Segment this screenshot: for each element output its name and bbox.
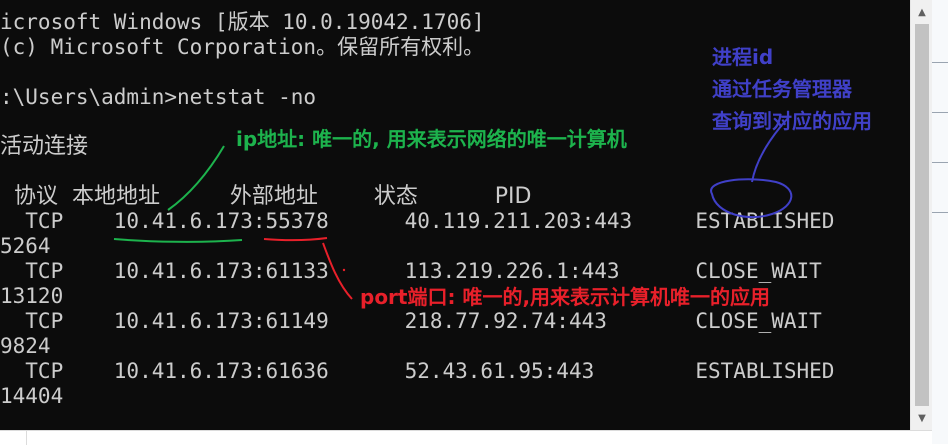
- pid-circle-stroke: [710, 178, 793, 219]
- window-bottom-edge: [0, 430, 932, 445]
- triangle-up-icon: ▲: [918, 6, 926, 18]
- side-divider: [932, 62, 948, 63]
- vertical-scrollbar[interactable]: ▲ ▼: [910, 0, 933, 430]
- ip-annotation: ip地址: 唯一的, 用来表示网络的唯一计算机: [236, 127, 627, 151]
- port-pointer-stroke: [322, 242, 353, 300]
- port-annotation: port端口: 唯一的,用来表示计算机唯一的应用: [360, 285, 771, 309]
- pid-annotation-line2: 通过任务管理器: [712, 77, 852, 101]
- side-divider: [932, 162, 948, 163]
- ip-underline-stroke: [113, 238, 243, 243]
- side-divider: [932, 212, 948, 213]
- console-window[interactable]: icrosoft Windows [版本 10.0.19042.1706] (c…: [0, 0, 910, 430]
- annotation-marks: [113, 117, 793, 300]
- pid-annotation-line3: 查询到对应的应用: [712, 109, 872, 133]
- pid-annotation-line1: 进程id: [712, 45, 774, 69]
- scroll-up-button[interactable]: ▲: [911, 2, 933, 22]
- bottom-divider: [26, 431, 27, 445]
- scrollbar-thumb[interactable]: [915, 24, 929, 406]
- red-dot-mark: [342, 268, 346, 272]
- port-underline-stroke: [263, 237, 328, 242]
- scroll-down-button[interactable]: ▼: [911, 408, 933, 428]
- background-window-edge: [932, 0, 948, 444]
- ip-pointer-stroke: [167, 145, 225, 211]
- triangle-down-icon: ▼: [918, 412, 926, 424]
- side-divider: [932, 112, 948, 113]
